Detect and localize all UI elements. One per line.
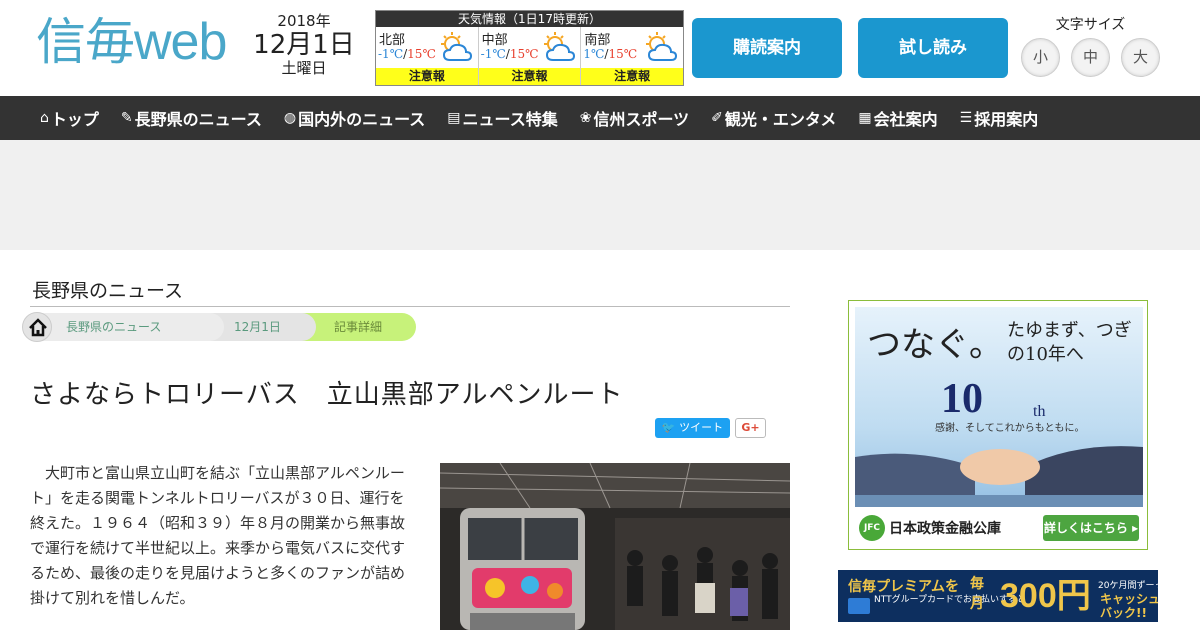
temp-high: 15℃: [509, 47, 539, 61]
sun-cloud-icon: [543, 32, 575, 61]
nav-item-recruit[interactable]: ☰ 採用案内: [960, 106, 1039, 130]
weather-region-central[interactable]: 中部 -1℃/15℃ 注意報: [478, 27, 582, 85]
credit-card-icon: [848, 598, 870, 614]
trial-button[interactable]: 試し読み: [858, 18, 1008, 78]
cashback-label: キャッシュバック!!: [1100, 592, 1158, 620]
tag-icon: ✐: [711, 110, 723, 126]
handshake-image: [855, 446, 1143, 507]
ad-footer: JFC 日本政策金融公庫 詳しくはこちら ▸: [855, 511, 1143, 545]
ball-icon: ❀: [579, 110, 592, 126]
logo-web: web: [134, 13, 227, 71]
alert-badge[interactable]: 注意報: [581, 68, 684, 85]
premium-ad[interactable]: 信毎プレミアムを NTTグループカードでお支払いすると 毎月 300円 20ケ月…: [838, 570, 1158, 622]
pen-icon: ✎: [120, 110, 133, 126]
nav-label: 信州スポーツ: [593, 110, 690, 129]
logo-kanji: 信毎: [36, 13, 135, 71]
document-icon: ▤: [447, 110, 461, 126]
trolley-bus-photo: [440, 463, 790, 630]
home-icon: ⌂: [40, 110, 49, 126]
details-button[interactable]: 詳しくはこちら ▸: [1043, 515, 1139, 541]
nav-item-world-news[interactable]: ◍ 国内外のニュース: [284, 106, 425, 130]
region-name: 中部: [481, 33, 508, 48]
date-display: 2018年 12月1日 土曜日: [248, 14, 360, 76]
temperature: 1℃/15℃: [583, 47, 638, 61]
nav-label: 観光・エンタメ: [724, 110, 837, 129]
nav-item-company[interactable]: ▦ 会社案内: [858, 106, 937, 130]
main-nav: ⌂ トップ ✎ 長野県のニュース ◍ 国内外のニュース ▤ ニュース特集 ❀ 信州スポーツ…: [0, 96, 1200, 140]
region-name: 南部: [584, 33, 611, 48]
nav-label: 長野県のニュース: [134, 110, 262, 129]
font-size-medium-button[interactable]: 中: [1071, 38, 1110, 77]
org-name: 日本政策金融公庫: [889, 521, 1001, 537]
ad-visual: つなぐ。 たゆまず、つぎの10年へ 10 th 感謝、そしてこれからもともに。: [855, 307, 1143, 507]
temp-low: -1℃: [378, 47, 404, 61]
list-icon: ☰: [959, 110, 973, 126]
building-icon: ▦: [858, 110, 872, 126]
breadcrumb-item-current: 記事詳細: [302, 313, 416, 341]
nav-label: ニュース特集: [462, 110, 558, 129]
date-month-day: 12月1日: [253, 30, 355, 60]
nav-item-top[interactable]: ⌂ トップ: [40, 106, 99, 130]
temp-high: 15℃: [608, 47, 638, 61]
cashback-amount: 300円: [1000, 577, 1091, 615]
font-size-small-button[interactable]: 小: [1021, 38, 1060, 77]
breadcrumb-item-date[interactable]: 12月1日: [208, 313, 316, 341]
globe-icon: ◍: [283, 110, 297, 126]
tweet-label: ツイート: [679, 421, 724, 434]
weather-region-south[interactable]: 南部 1℃/15℃ 注意報: [581, 27, 684, 85]
temp-low: -1℃: [480, 47, 506, 61]
font-size-large-button[interactable]: 大: [1121, 38, 1160, 77]
article-headline: さよならトロリーバス 立山黒部アルペンルート: [30, 380, 624, 410]
ad-banner-area: [0, 140, 1200, 250]
tweet-button[interactable]: 🐦 ツイート: [655, 418, 730, 438]
section-title: 長野県のニュース: [32, 280, 184, 302]
twitter-icon: 🐦: [661, 421, 680, 434]
premium-brand: 信毎プレミアムを: [848, 579, 960, 595]
breadcrumb-home[interactable]: [22, 312, 52, 342]
temp-high: 15℃: [407, 47, 436, 61]
article-photo[interactable]: [440, 463, 790, 630]
date-year: 2018年: [277, 12, 331, 30]
nav-label: 採用案内: [974, 110, 1039, 129]
monthly-label: 毎月: [970, 576, 984, 612]
nav-item-features[interactable]: ▤ ニュース特集: [447, 106, 557, 130]
font-size-control: 文字サイズ 小 中 大: [1018, 14, 1168, 77]
font-size-label: 文字サイズ: [1055, 17, 1126, 33]
region-name: 北部: [379, 33, 406, 48]
nav-label: 会社案内: [873, 110, 938, 129]
subscribe-button[interactable]: 購読案内: [692, 18, 842, 78]
google-plus-button[interactable]: G+: [735, 418, 766, 438]
temperature: -1℃/15℃: [378, 47, 436, 61]
nav-item-tourism[interactable]: ✐ 観光・エンタメ: [711, 106, 836, 130]
jfc-logo: JFC: [859, 515, 885, 541]
nav-item-sports[interactable]: ❀ 信州スポーツ: [580, 106, 689, 130]
breadcrumb-item-section[interactable]: 長野県のニュース: [42, 313, 224, 341]
site-logo[interactable]: 信毎web: [36, 13, 227, 71]
nav-label: 国内外のニュース: [298, 110, 426, 129]
article-body: 大町市と富山県立山町を結ぶ「立山黒部アルペンルート」を走る関電トンネルトロリーバ…: [30, 464, 406, 607]
weather-widget[interactable]: 天気情報（1日17時更新） 北部 -1℃/15℃ 注意報 中部 -1℃/15℃ …: [375, 10, 684, 86]
jfc-ad[interactable]: つなぐ。 たゆまず、つぎの10年へ 10 th 感謝、そしてこれからもともに。 …: [848, 300, 1148, 550]
nav-item-nagano-news[interactable]: ✎ 長野県のニュース: [121, 106, 262, 130]
period-note: 20ケ月間ずーっと: [1098, 581, 1158, 591]
sun-cloud-icon: [646, 32, 678, 61]
date-weekday: 土曜日: [281, 59, 327, 77]
temperature: -1℃/15℃: [480, 47, 539, 61]
alert-badge[interactable]: 注意報: [478, 68, 581, 85]
sun-cloud-icon: [441, 32, 473, 61]
alert-badge[interactable]: 注意報: [376, 68, 478, 85]
home-icon: [29, 318, 47, 337]
weather-title: 天気情報（1日17時更新）: [376, 11, 683, 27]
weather-region-north[interactable]: 北部 -1℃/15℃ 注意報: [376, 27, 479, 85]
temp-low: 1℃: [583, 47, 605, 61]
section-divider: [30, 306, 790, 307]
nav-label: トップ: [50, 110, 99, 129]
site-header: 信毎web 2018年 12月1日 土曜日 天気情報（1日17時更新） 北部 -…: [0, 0, 1200, 96]
